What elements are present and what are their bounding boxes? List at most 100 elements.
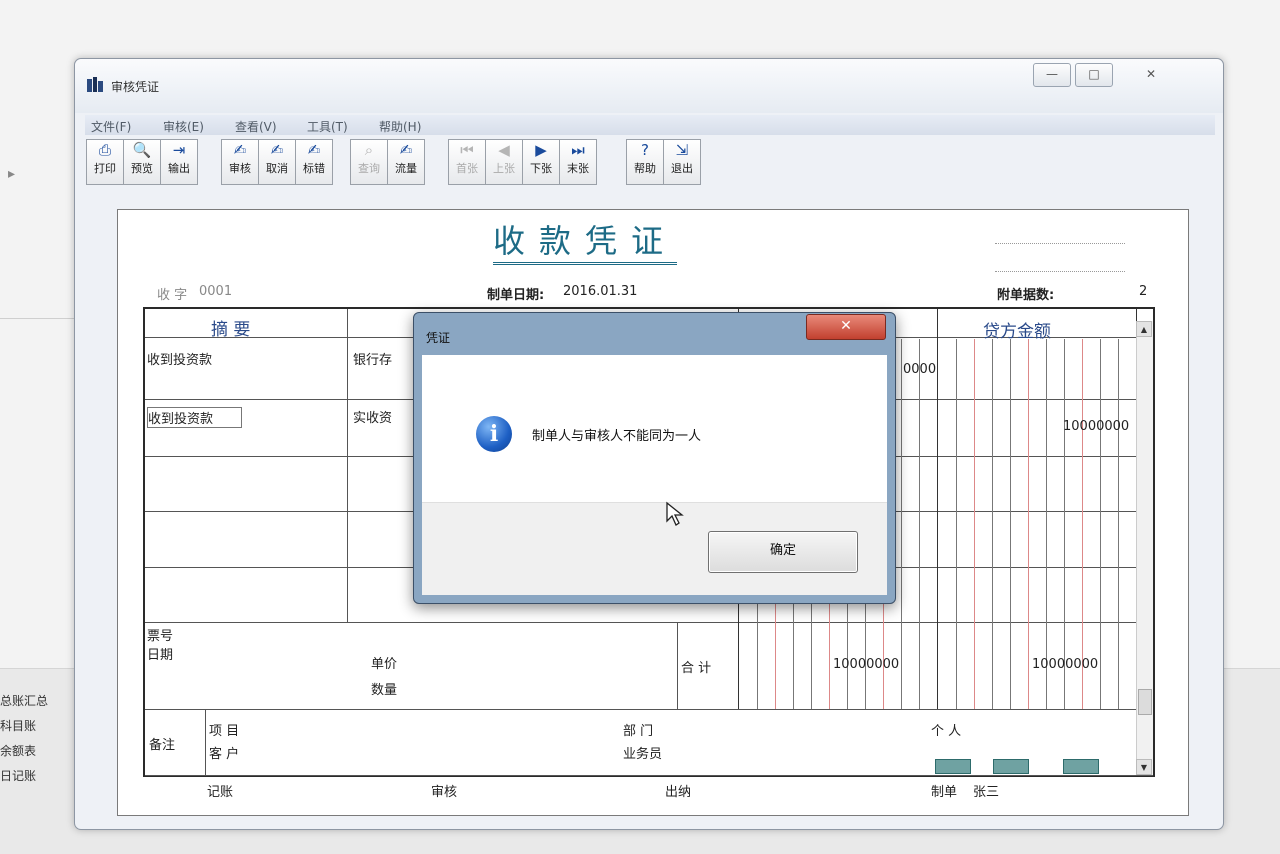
- status-chip-icon[interactable]: [993, 759, 1029, 774]
- amount-column-rule: [901, 339, 902, 709]
- toolbar-button-label: 输出: [168, 162, 190, 175]
- total-credit: 10000000: [1032, 657, 1099, 672]
- toolbar-button-label: 下张: [530, 162, 552, 175]
- quantity-label: 数量: [371, 683, 398, 698]
- background-nav-item[interactable]: 日记账: [0, 767, 36, 784]
- preview-icon: 🔍: [132, 141, 152, 159]
- dialog-message: 制单人与审核人不能同为一人: [532, 429, 702, 444]
- menu-file[interactable]: 文件(F): [91, 118, 131, 135]
- first-icon: ⏮: [460, 141, 474, 159]
- department-label: 部 门: [623, 724, 654, 739]
- toolbar-button-printer[interactable]: ⎙ 打印: [86, 139, 124, 185]
- menu-help[interactable]: 帮助(H): [379, 118, 421, 135]
- background-nav-item[interactable]: 科目账: [0, 717, 36, 734]
- audit-icon: ✍: [233, 141, 247, 159]
- toolbar-button-label: 首张: [456, 162, 478, 175]
- background-arrow-icon: ▸: [8, 166, 16, 182]
- status-chip-icon[interactable]: [935, 759, 971, 774]
- project-label: 项 目: [209, 724, 240, 739]
- grid-line: [145, 775, 1153, 776]
- voucher-title: 收款凭证: [493, 221, 678, 265]
- scrollbar-thumb[interactable]: [1138, 689, 1152, 715]
- scroll-down-icon[interactable]: ▼: [1136, 759, 1152, 775]
- toolbar-button-label: 审核: [229, 162, 251, 175]
- toolbar-button-help[interactable]: ? 帮助: [626, 139, 664, 185]
- maximize-button[interactable]: □: [1075, 63, 1113, 87]
- toolbar-button-first[interactable]: ⏮ 首张: [448, 139, 486, 185]
- menu-audit[interactable]: 审核(E): [163, 118, 204, 135]
- next-icon: ▶: [535, 141, 547, 159]
- toolbar-button-last[interactable]: ⏭ 末张: [559, 139, 597, 185]
- status-chip-icon[interactable]: [1063, 759, 1099, 774]
- amount-column-rule: [956, 339, 957, 709]
- background-nav-item[interactable]: 总账汇总: [0, 692, 48, 709]
- help-icon: ?: [641, 141, 649, 159]
- toolbar-button-mark-error[interactable]: ✍ 标错: [295, 139, 333, 185]
- cashier-label: 出纳: [665, 785, 692, 800]
- summary-header: 摘 要: [211, 320, 251, 340]
- query-icon: ⌕: [364, 141, 374, 159]
- ticket-no-label: 票号: [147, 629, 174, 644]
- attach-label: 附单据数:: [997, 288, 1055, 303]
- toolbar-button-exit[interactable]: ⇲ 退出: [663, 139, 701, 185]
- toolbar-button-label: 流量: [395, 162, 417, 175]
- toolbar-button-export[interactable]: ⇥ 输出: [160, 139, 198, 185]
- row-credit[interactable]: 10000000: [1063, 419, 1129, 434]
- toolbar-button-audit[interactable]: ✍ 审核: [221, 139, 259, 185]
- row-summary[interactable]: 收到投资款: [147, 349, 212, 368]
- row-account[interactable]: 银行存: [353, 349, 392, 368]
- cancel-icon: ✍: [270, 141, 284, 159]
- toolbar-button-label: 查询: [358, 162, 380, 175]
- grid-line: [145, 709, 1153, 710]
- customer-label: 客 户: [209, 747, 240, 762]
- toolbar-button-flow[interactable]: ✍ 流量: [387, 139, 425, 185]
- amount-column-rule: [1064, 339, 1065, 709]
- mark-error-icon: ✍: [307, 141, 321, 159]
- scroll-up-icon[interactable]: ▲: [1136, 321, 1152, 337]
- ok-button[interactable]: 确定: [708, 531, 858, 573]
- background-nav-item[interactable]: 余额表: [0, 742, 36, 759]
- dialog-close-button[interactable]: ✕: [806, 314, 886, 340]
- voucher-date[interactable]: 2016.01.31: [563, 284, 637, 299]
- grid-line: [205, 709, 206, 775]
- audit-voucher-window: 审核凭证 — □ ✕ 文件(F) 审核(E) 查看(V) 工具(T) 帮助(H)…: [74, 58, 1224, 830]
- toolbar-button-cancel[interactable]: ✍ 取消: [258, 139, 296, 185]
- voucher-number[interactable]: 0001: [199, 284, 232, 299]
- attach-count[interactable]: 2: [1139, 284, 1147, 299]
- row-debit[interactable]: 0000: [903, 362, 936, 377]
- amount-column-rule: [974, 339, 975, 709]
- toolbar-button-label: 末张: [567, 162, 589, 175]
- auditor-label: 审核: [431, 785, 458, 800]
- last-icon: ⏭: [571, 141, 585, 159]
- credit-amount-columns: [938, 339, 1136, 709]
- amount-column-rule: [1118, 339, 1119, 709]
- toolbar-button-label: 取消: [266, 162, 288, 175]
- amount-column-rule: [1010, 339, 1011, 709]
- menu-view[interactable]: 查看(V): [235, 118, 277, 135]
- preparer-name: 张三: [973, 785, 1000, 800]
- info-icon: i: [476, 416, 512, 452]
- toolbar-button-query[interactable]: ⌕ 查询: [350, 139, 388, 185]
- amount-column-rule: [1028, 339, 1029, 709]
- amount-column-rule: [919, 339, 920, 709]
- dotted-line: [995, 271, 1125, 272]
- amount-column-rule: [1046, 339, 1047, 709]
- toolbar-button-preview[interactable]: 🔍 预览: [123, 139, 161, 185]
- app-icon: [87, 77, 103, 92]
- dotted-line: [995, 243, 1125, 244]
- mouse-cursor-icon: [666, 501, 684, 526]
- toolbar-button-prev[interactable]: ◀ 上张: [485, 139, 523, 185]
- row-summary[interactable]: 收到投资款: [147, 407, 243, 428]
- toolbar-button-label: 预览: [131, 162, 153, 175]
- row-account[interactable]: 实收资: [353, 407, 392, 426]
- toolbar-button-next[interactable]: ▶ 下张: [522, 139, 560, 185]
- minimize-button[interactable]: —: [1033, 63, 1071, 87]
- amount-column-rule: [1082, 339, 1083, 709]
- menu-tools[interactable]: 工具(T): [307, 118, 348, 135]
- voucher-type-label: 收 字: [157, 288, 188, 303]
- bookkeeper-label: 记账: [207, 785, 234, 800]
- date-label: 制单日期:: [487, 288, 545, 303]
- person-label: 个 人: [931, 724, 962, 739]
- close-button[interactable]: ✕: [1123, 63, 1179, 87]
- flow-icon: ✍: [399, 141, 413, 159]
